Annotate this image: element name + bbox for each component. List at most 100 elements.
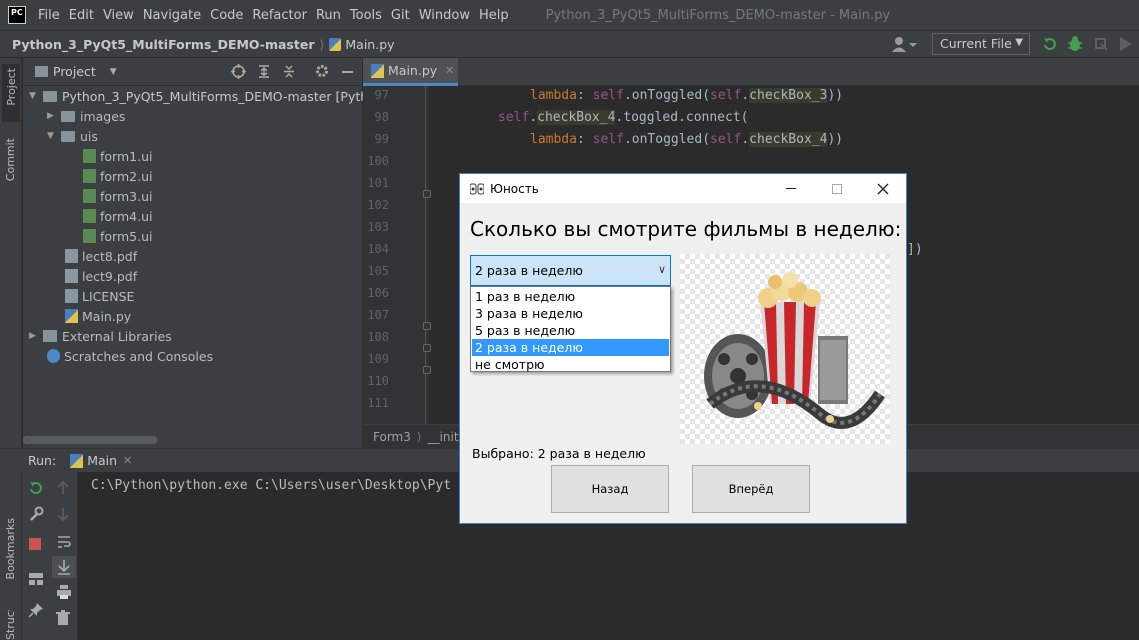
tab-run-main[interactable]: Main ✕	[70, 453, 132, 468]
chevron-down-icon[interactable]: ▼	[47, 131, 61, 141]
breadcrumb-method[interactable]: __init	[428, 430, 459, 444]
print-icon[interactable]	[56, 584, 74, 600]
tree-item-main[interactable]: Main.py	[65, 306, 131, 326]
tree-item-form3[interactable]: form3.ui	[83, 186, 152, 206]
breadcrumb-file[interactable]: Main.py	[345, 37, 394, 52]
arrow-up-icon[interactable]	[56, 480, 74, 496]
close-icon[interactable]: ✕	[445, 64, 454, 77]
left-tool-strip-bottom: Bookmarks Structure	[0, 472, 22, 640]
run-configuration-select[interactable]: Current File ▼	[932, 33, 1030, 55]
menu-refactor[interactable]: Refactor	[252, 8, 307, 23]
soft-wrap-icon[interactable]	[56, 534, 74, 550]
project-view-select[interactable]: Project	[53, 64, 96, 79]
dropdown-option[interactable]: 5 раз в неделю	[472, 322, 669, 339]
close-button[interactable]	[860, 174, 906, 203]
rerun-icon[interactable]	[1042, 36, 1058, 52]
fold-marker-icon[interactable]	[423, 190, 431, 198]
fold-marker-icon[interactable]	[423, 344, 431, 352]
line-number: 105	[367, 264, 389, 278]
locate-icon[interactable]	[231, 64, 246, 79]
python-file-icon	[70, 453, 84, 468]
tool-window-project[interactable]: Project	[2, 64, 20, 122]
tab-main-py[interactable]: Main.py ✕	[363, 58, 458, 86]
frequency-combobox[interactable]: 2 раза в неделю ∨	[470, 255, 671, 286]
tree-item-images[interactable]: ▶ images	[47, 106, 125, 126]
dropdown-option[interactable]: 3 раза в неделю	[472, 305, 669, 322]
code-line-99[interactable]: lambda: self.onToggled(self.checkBox_4))	[530, 132, 843, 147]
next-button[interactable]: Вперёд	[692, 465, 810, 513]
tree-root-label: Python_3_PyQt5_MultiForms_DEMO-master [P…	[62, 88, 405, 104]
menu-run[interactable]: Run	[316, 8, 341, 23]
line-number: 104	[367, 242, 389, 256]
gear-icon[interactable]	[314, 63, 330, 79]
menu-edit[interactable]: Edit	[69, 8, 94, 23]
expand-all-icon[interactable]	[257, 64, 271, 79]
menu-navigate[interactable]: Navigate	[143, 8, 201, 23]
tree-item-lect8[interactable]: lect8.pdf	[65, 246, 137, 266]
menu-file[interactable]: File	[38, 8, 60, 23]
tree-item-label: form3.ui	[100, 188, 153, 204]
minimize-icon	[786, 188, 796, 189]
menu-code[interactable]: Code	[210, 8, 243, 23]
code-line-104-tail[interactable]: ])	[907, 242, 923, 257]
chevron-down-icon[interactable]: ▼	[110, 67, 117, 77]
menu-help[interactable]: Help	[479, 8, 509, 23]
rerun-icon[interactable]	[28, 480, 46, 496]
tree-item-uis[interactable]: ▼ uis	[47, 126, 98, 146]
code-token: .	[741, 132, 750, 147]
pin-icon[interactable]	[28, 602, 46, 618]
tree-root[interactable]: ▼ Python_3_PyQt5_MultiForms_DEMO-master …	[29, 86, 404, 106]
stop-icon[interactable]	[29, 538, 41, 550]
fold-marker-icon[interactable]	[423, 366, 431, 374]
tree-item-external-libraries[interactable]: ▶ External Libraries	[29, 326, 172, 346]
tree-item-form5[interactable]: form5.ui	[83, 226, 152, 246]
minimize-button[interactable]	[768, 174, 814, 203]
tree-item-label: LICENSE	[82, 288, 135, 304]
user-icon[interactable]	[892, 36, 918, 52]
menu-git[interactable]: Git	[391, 8, 410, 23]
layout-icon[interactable]	[28, 572, 46, 588]
coverage-icon[interactable]	[1093, 36, 1109, 52]
dropdown-option-selected[interactable]: 2 раза в неделю	[472, 339, 669, 356]
tree-item-label: Main.py	[82, 308, 132, 324]
horizontal-scrollbar[interactable]	[23, 436, 157, 444]
close-icon[interactable]: ✕	[123, 454, 132, 467]
breadcrumb-class[interactable]: Form3	[373, 430, 411, 444]
debug-icon[interactable]	[1067, 35, 1083, 52]
tool-window-structure-label[interactable]: Structure	[4, 610, 17, 640]
tree-item-form2[interactable]: form2.ui	[83, 166, 152, 186]
chevron-down-icon[interactable]: ▼	[29, 91, 43, 101]
tool-window-commit[interactable]: Commit	[4, 138, 17, 181]
dropdown-option[interactable]: не смотрю	[472, 356, 669, 373]
collapse-all-icon[interactable]	[282, 64, 296, 79]
tree-item-form1[interactable]: form1.ui	[83, 146, 152, 166]
tree-item-lect9[interactable]: lect9.pdf	[65, 266, 137, 286]
hide-panel-icon[interactable]	[342, 71, 353, 73]
tool-window-bookmarks-label[interactable]: Bookmarks	[4, 518, 17, 579]
breadcrumb-project[interactable]: Python_3_PyQt5_MultiForms_DEMO-master	[12, 37, 315, 52]
tree-item-scratches[interactable]: Scratches and Consoles	[47, 346, 213, 366]
code-line-98[interactable]: self.checkBox_4.toggled.connect(	[498, 110, 748, 125]
chevron-right-icon[interactable]: ▶	[29, 331, 43, 341]
menu-view[interactable]: View	[103, 8, 134, 23]
wrench-icon[interactable]	[28, 506, 46, 522]
code-token: checkBox_4	[537, 110, 616, 125]
project-panel-header: Project ▼	[23, 58, 362, 86]
arrow-down-icon[interactable]	[56, 506, 74, 522]
combobox-value: 2 раза в неделю	[475, 263, 583, 278]
menu-tools[interactable]: Tools	[350, 8, 382, 23]
chevron-right-icon[interactable]: ▶	[47, 111, 61, 121]
scroll-to-end-button[interactable]	[52, 556, 76, 578]
dropdown-option[interactable]: 1 раз в неделю	[472, 288, 669, 305]
maximize-button[interactable]	[814, 174, 860, 203]
trash-icon[interactable]	[56, 610, 74, 626]
tree-item-license[interactable]: LICENSE	[65, 286, 134, 306]
back-button[interactable]: Назад	[551, 465, 669, 513]
menu-window[interactable]: Window	[419, 8, 470, 23]
text-file-icon	[65, 289, 78, 303]
qt-title-bar[interactable]: Юность	[460, 174, 906, 203]
stop-icon[interactable]	[1119, 36, 1133, 52]
code-line-97[interactable]: lambda: self.onToggled(self.checkBox_3))	[530, 88, 843, 103]
tree-item-form4[interactable]: form4.ui	[83, 206, 152, 226]
fold-marker-icon[interactable]	[423, 322, 431, 330]
